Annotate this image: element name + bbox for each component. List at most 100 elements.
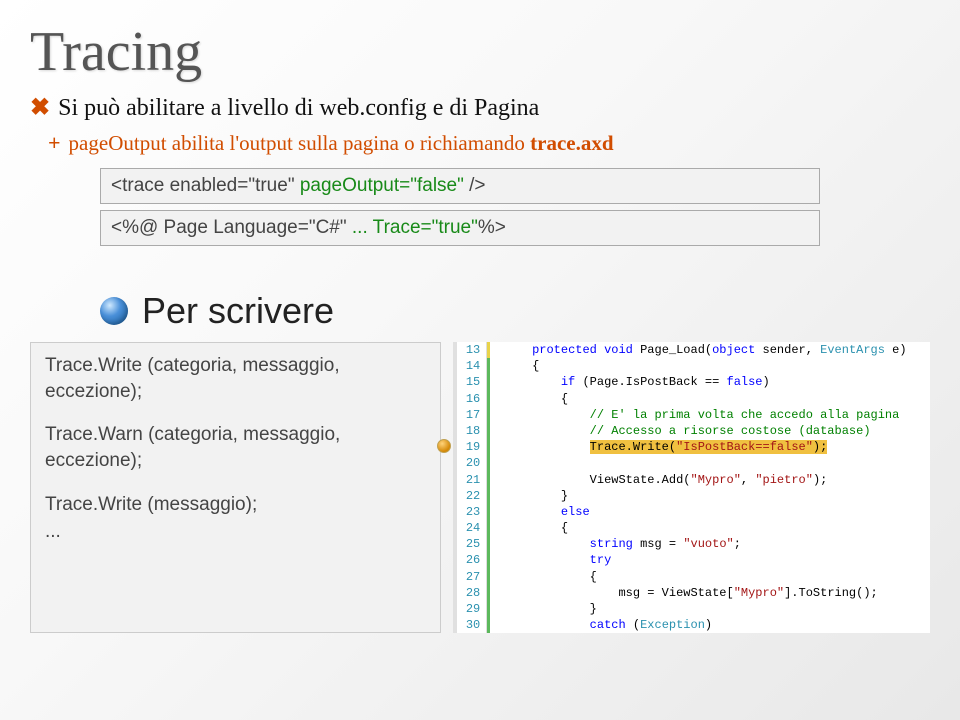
codebox2-pre: <%@ Page Language="C#"	[111, 217, 352, 238]
change-margin	[487, 391, 499, 407]
code-text	[499, 455, 503, 471]
bullet2-bold: trace.axd	[530, 131, 613, 155]
line-number: 19	[457, 439, 487, 455]
slide: Tracing ✖ Si può abilitare a livello di …	[0, 0, 960, 720]
line-number: 18	[457, 423, 487, 439]
codebox2-post: %>	[478, 217, 506, 238]
codebox1-kw: pageOutput="false"	[300, 175, 464, 196]
code-text: protected void Page_Load(object sender, …	[499, 342, 906, 358]
change-margin	[487, 520, 499, 536]
codebox-trace-config: <trace enabled="true" pageOutput="false"…	[100, 168, 820, 204]
trace-write-1: Trace.Write (categoria, messaggio, eccez…	[45, 353, 426, 404]
change-margin	[487, 358, 499, 374]
code-text: {	[499, 358, 539, 374]
code-text: {	[499, 520, 568, 536]
code-text: msg = ViewState["Mypro"].ToString();	[499, 585, 877, 601]
bullet2-prefix: pageOutput abilita l'output sulla pagina…	[69, 131, 531, 155]
code-line: 30 catch (Exception)	[457, 617, 930, 633]
subheading-row: Per scrivere	[100, 290, 930, 332]
code-text: // Accesso a risorse costose (database)	[499, 423, 870, 439]
line-number: 14	[457, 358, 487, 374]
line-number: 20	[457, 455, 487, 471]
code-line: 29 }	[457, 601, 930, 617]
code-text: string msg = "vuoto";	[499, 536, 741, 552]
globe-icon	[100, 297, 128, 325]
line-number: 13	[457, 342, 487, 358]
code-line: 20	[457, 455, 930, 471]
code-line: 21 ViewState.Add("Mypro", "pietro");	[457, 472, 930, 488]
trace-api-box: Trace.Write (categoria, messaggio, eccez…	[30, 342, 441, 633]
config-codeboxes: <trace enabled="true" pageOutput="false"…	[100, 168, 820, 246]
codebox2-kw: ... Trace="true"	[352, 217, 478, 238]
code-editor-snippet: 13 protected void Page_Load(object sende…	[453, 342, 930, 633]
line-number: 16	[457, 391, 487, 407]
change-margin	[487, 552, 499, 568]
code-text: }	[499, 601, 597, 617]
change-margin	[487, 342, 499, 358]
change-margin	[487, 585, 499, 601]
code-line: 16 {	[457, 391, 930, 407]
code-text: }	[499, 488, 568, 504]
bullet2-icon: +	[48, 128, 61, 158]
codebox1-post: />	[464, 175, 486, 196]
code-text: catch (Exception)	[499, 617, 712, 633]
trace-write-2: Trace.Write (messaggio);	[45, 492, 426, 518]
codebox-page-directive: <%@ Page Language="C#" ... Trace="true"%…	[100, 210, 820, 246]
change-margin	[487, 488, 499, 504]
line-number: 24	[457, 520, 487, 536]
line-number: 27	[457, 569, 487, 585]
subheading: Per scrivere	[142, 290, 334, 332]
bullet2-text: pageOutput abilita l'output sulla pagina…	[69, 128, 614, 158]
code-text: try	[499, 552, 611, 568]
trace-warn: Trace.Warn (categoria, messaggio, eccezi…	[45, 422, 426, 473]
line-number: 28	[457, 585, 487, 601]
trace-ellipsis: ...	[45, 519, 426, 545]
code-text: Trace.Write("IsPostBack==false");	[499, 439, 827, 455]
change-margin	[487, 472, 499, 488]
code-line: 18 // Accesso a risorse costose (databas…	[457, 423, 930, 439]
code-line: 24 {	[457, 520, 930, 536]
code-line: 14 {	[457, 358, 930, 374]
two-column: Trace.Write (categoria, messaggio, eccez…	[30, 342, 930, 633]
line-number: 21	[457, 472, 487, 488]
code-line: 26 try	[457, 552, 930, 568]
code-line: 28 msg = ViewState["Mypro"].ToString();	[457, 585, 930, 601]
code-text: {	[499, 391, 568, 407]
code-line: 19 Trace.Write("IsPostBack==false");	[457, 439, 930, 455]
line-number: 23	[457, 504, 487, 520]
slide-title: Tracing	[30, 20, 930, 84]
bullet-level1: ✖ Si può abilitare a livello di web.conf…	[30, 92, 930, 124]
code-line: 25 string msg = "vuoto";	[457, 536, 930, 552]
code-line: 15 if (Page.IsPostBack == false)	[457, 374, 930, 390]
bullet1-icon: ✖	[30, 92, 50, 124]
code-text: else	[499, 504, 589, 520]
change-margin	[487, 569, 499, 585]
change-margin	[487, 407, 499, 423]
code-line: 27 {	[457, 569, 930, 585]
code-text: ViewState.Add("Mypro", "pietro");	[499, 472, 827, 488]
line-number: 15	[457, 374, 487, 390]
change-margin	[487, 423, 499, 439]
breakpoint-icon	[437, 439, 451, 453]
code-line: 13 protected void Page_Load(object sende…	[457, 342, 930, 358]
change-margin	[487, 439, 499, 455]
codebox1-pre: <trace enabled="true"	[111, 175, 300, 196]
bullet-level2: + pageOutput abilita l'output sulla pagi…	[30, 128, 930, 158]
line-number: 30	[457, 617, 487, 633]
line-number: 29	[457, 601, 487, 617]
line-number: 26	[457, 552, 487, 568]
code-line: 22 }	[457, 488, 930, 504]
change-margin	[487, 617, 499, 633]
line-number: 25	[457, 536, 487, 552]
code-line: 17 // E' la prima volta che accedo alla …	[457, 407, 930, 423]
code-text: if (Page.IsPostBack == false)	[499, 374, 769, 390]
code-text: {	[499, 569, 597, 585]
change-margin	[487, 536, 499, 552]
code-text: // E' la prima volta che accedo alla pag…	[499, 407, 899, 423]
line-number: 17	[457, 407, 487, 423]
code-line: 23 else	[457, 504, 930, 520]
bullet1-text: Si può abilitare a livello di web.config…	[58, 92, 539, 124]
change-margin	[487, 374, 499, 390]
change-margin	[487, 601, 499, 617]
change-margin	[487, 455, 499, 471]
